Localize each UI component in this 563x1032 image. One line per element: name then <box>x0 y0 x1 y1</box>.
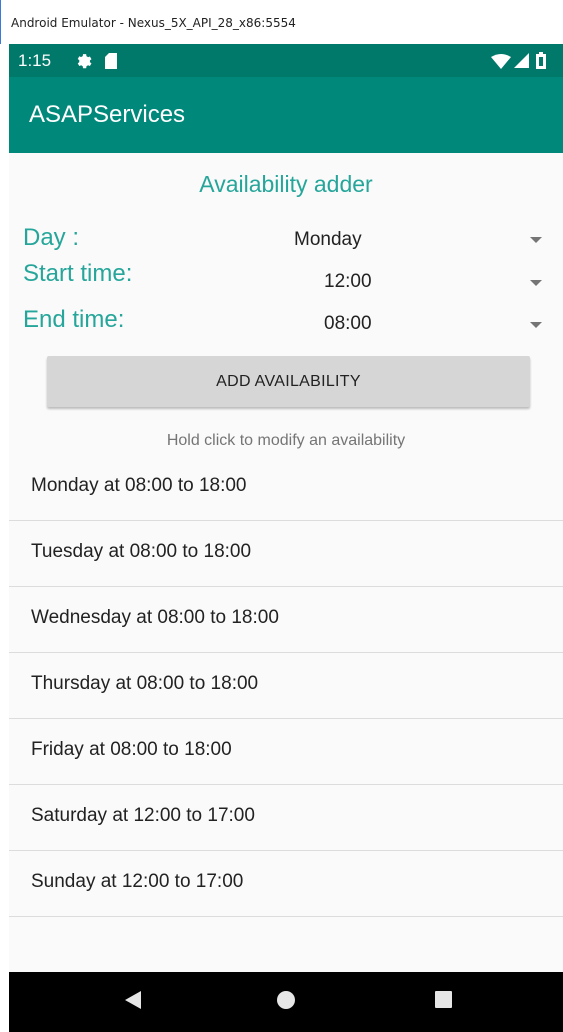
list-item-label: Saturday at 12:00 to 17:00 <box>31 805 255 826</box>
app-title: ASAPServices <box>29 101 186 128</box>
list-item-label: Wednesday at 08:00 to 18:00 <box>31 607 279 628</box>
availability-list: Monday at 08:00 to 18:00 Tuesday at 08:0… <box>9 455 563 917</box>
home-button[interactable] <box>256 972 316 1032</box>
list-item[interactable]: Thursday at 08:00 to 18:00 <box>9 653 563 719</box>
day-spinner-value: Monday <box>294 229 362 250</box>
navigation-bar <box>9 972 563 1032</box>
dropdown-arrow-icon <box>530 280 542 286</box>
sd-card-icon <box>104 53 118 74</box>
back-button[interactable] <box>103 972 163 1032</box>
start-time-label: Start time: <box>23 260 133 287</box>
start-time-spinner[interactable]: 12:00 <box>209 261 549 299</box>
recents-icon <box>434 991 452 1013</box>
list-item[interactable]: Sunday at 12:00 to 17:00 <box>9 851 563 917</box>
list-item[interactable]: Monday at 08:00 to 18:00 <box>9 455 563 521</box>
end-time-label: End time: <box>23 306 125 333</box>
end-time-spinner[interactable]: 08:00 <box>209 303 549 341</box>
cell-signal-icon <box>514 53 529 73</box>
hint-text: Hold click to modify an availability <box>166 432 406 449</box>
dropdown-arrow-icon <box>530 237 542 243</box>
list-item[interactable]: Wednesday at 08:00 to 18:00 <box>9 587 563 653</box>
list-item-label: Monday at 08:00 to 18:00 <box>31 475 247 496</box>
recents-button[interactable] <box>413 972 473 1032</box>
day-label: Day : <box>23 224 80 251</box>
gear-icon <box>75 52 92 74</box>
list-item[interactable]: Saturday at 12:00 to 17:00 <box>9 785 563 851</box>
add-availability-button[interactable]: ADD AVAILABILITY <box>47 356 530 407</box>
list-item-label: Friday at 08:00 to 18:00 <box>31 739 232 760</box>
end-time-spinner-value: 08:00 <box>324 313 372 334</box>
list-item[interactable]: Tuesday at 08:00 to 18:00 <box>9 521 563 587</box>
dropdown-arrow-icon <box>530 322 542 328</box>
window-title: Android Emulator - Nexus_5X_API_28_x86:5… <box>11 16 296 30</box>
emulator-titlebar: Android Emulator - Nexus_5X_API_28_x86:5… <box>0 0 563 44</box>
status-bar: 1:15 <box>9 44 563 77</box>
app-bar: ASAPServices <box>9 77 563 153</box>
status-time: 1:15 <box>18 51 52 70</box>
device-screen: 1:15 ASAPServices Availability adder Day… <box>9 44 563 1032</box>
list-item-label: Thursday at 08:00 to 18:00 <box>31 673 259 694</box>
home-icon <box>277 990 295 1014</box>
main-content: Availability adder Day : Monday Start ti… <box>9 153 563 972</box>
wifi-icon <box>491 54 511 74</box>
list-item-label: Tuesday at 08:00 to 18:00 <box>31 541 252 562</box>
back-icon <box>125 990 141 1014</box>
day-spinner[interactable]: Monday <box>209 221 549 257</box>
list-item-label: Sunday at 12:00 to 17:00 <box>31 871 244 892</box>
list-item[interactable]: Friday at 08:00 to 18:00 <box>9 719 563 785</box>
page-title: Availability adder <box>199 171 373 197</box>
start-time-spinner-value: 12:00 <box>324 271 372 292</box>
battery-icon <box>536 52 546 74</box>
